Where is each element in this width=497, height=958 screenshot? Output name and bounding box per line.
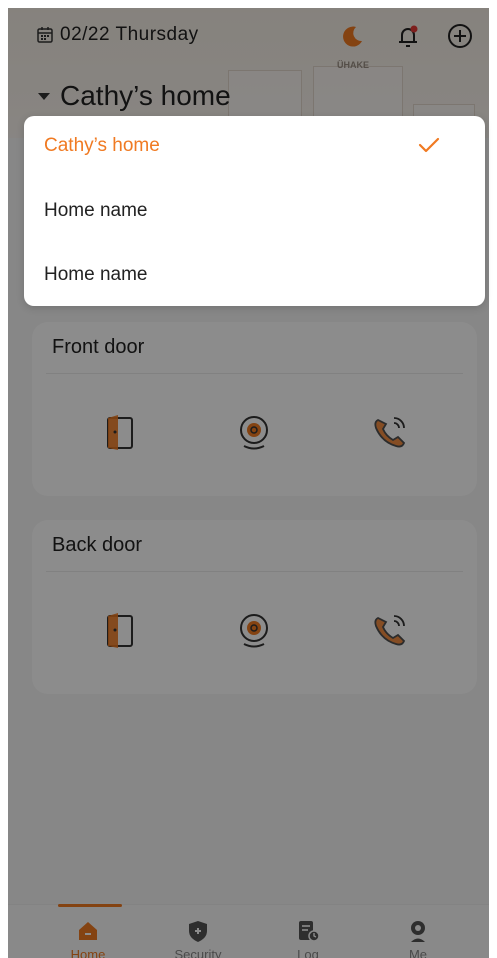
- home-option[interactable]: Home name: [44, 200, 148, 222]
- checkmark-icon: [418, 137, 440, 153]
- home-dropdown-menu: Cathy’s home Home name Home name: [24, 116, 485, 306]
- home-option-selected[interactable]: Cathy’s home: [44, 135, 160, 157]
- home-option[interactable]: Home name: [44, 264, 148, 286]
